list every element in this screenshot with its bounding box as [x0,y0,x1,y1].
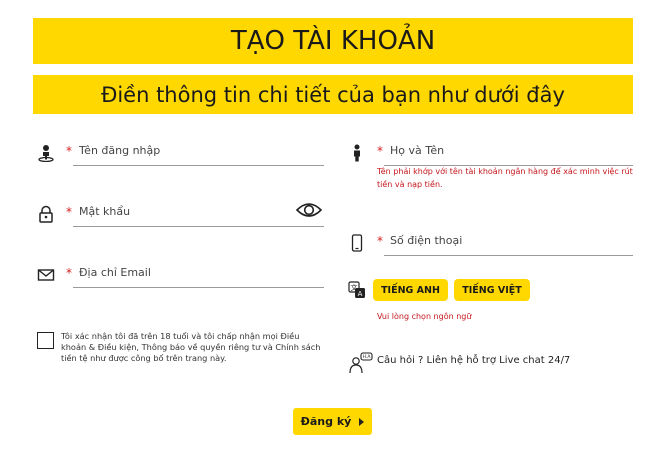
email-field-group: * [37,264,327,294]
required-mark: * [66,266,72,280]
chat-support-icon: H.A [349,352,373,374]
phone-icon [351,234,363,252]
phone-field-group: * [348,232,638,262]
envelope-icon [37,269,55,281]
play-arrow-icon [359,417,365,426]
required-mark: * [377,144,383,158]
lock-icon [39,205,53,223]
register-button[interactable]: Đăng ký [293,408,372,435]
phone-input[interactable] [384,232,633,256]
password-input[interactable] [73,203,324,227]
page-title: TẠO TÀI KHOẢN [230,26,436,56]
required-mark: * [66,144,72,158]
terms-checkbox[interactable] [37,332,54,349]
user-pin-icon [38,145,54,162]
svg-text:A: A [358,290,363,298]
terms-text: Tôi xác nhận tôi đã trên 18 tuổi và tôi … [61,331,321,364]
password-field-group: * [37,203,327,233]
email-input[interactable] [73,264,324,288]
live-chat-link[interactable]: Câu hỏi ? Liên hệ hỗ trợ Live chat 24/7 [377,355,570,366]
svg-text:H.A: H.A [363,354,372,360]
username-input[interactable] [73,142,324,166]
page-subtitle: Điền thông tin chi tiết của bạn như dưới… [101,82,565,107]
language-error: Vui lòng chọn ngôn ngữ [377,312,472,321]
lang-option-vietnamese[interactable]: TIẾNG VIỆT [454,279,530,301]
page-title-banner: TẠO TÀI KHOẢN [33,18,633,64]
svg-text:文: 文 [351,283,358,292]
register-button-label: Đăng ký [300,415,352,428]
required-mark: * [377,234,383,248]
fullname-input[interactable] [384,142,633,166]
lang-option-english[interactable]: TIẾNG ANH [373,279,448,301]
required-mark: * [66,205,72,219]
translate-icon: 文 A [348,281,365,298]
page-subtitle-banner: Điền thông tin chi tiết của bạn như dưới… [33,75,633,114]
eye-icon[interactable] [296,201,322,219]
fullname-hint: Tên phải khớp với tên tài khoản ngân hàn… [377,167,633,189]
username-field-group: * [37,142,327,172]
person-icon [354,144,360,162]
